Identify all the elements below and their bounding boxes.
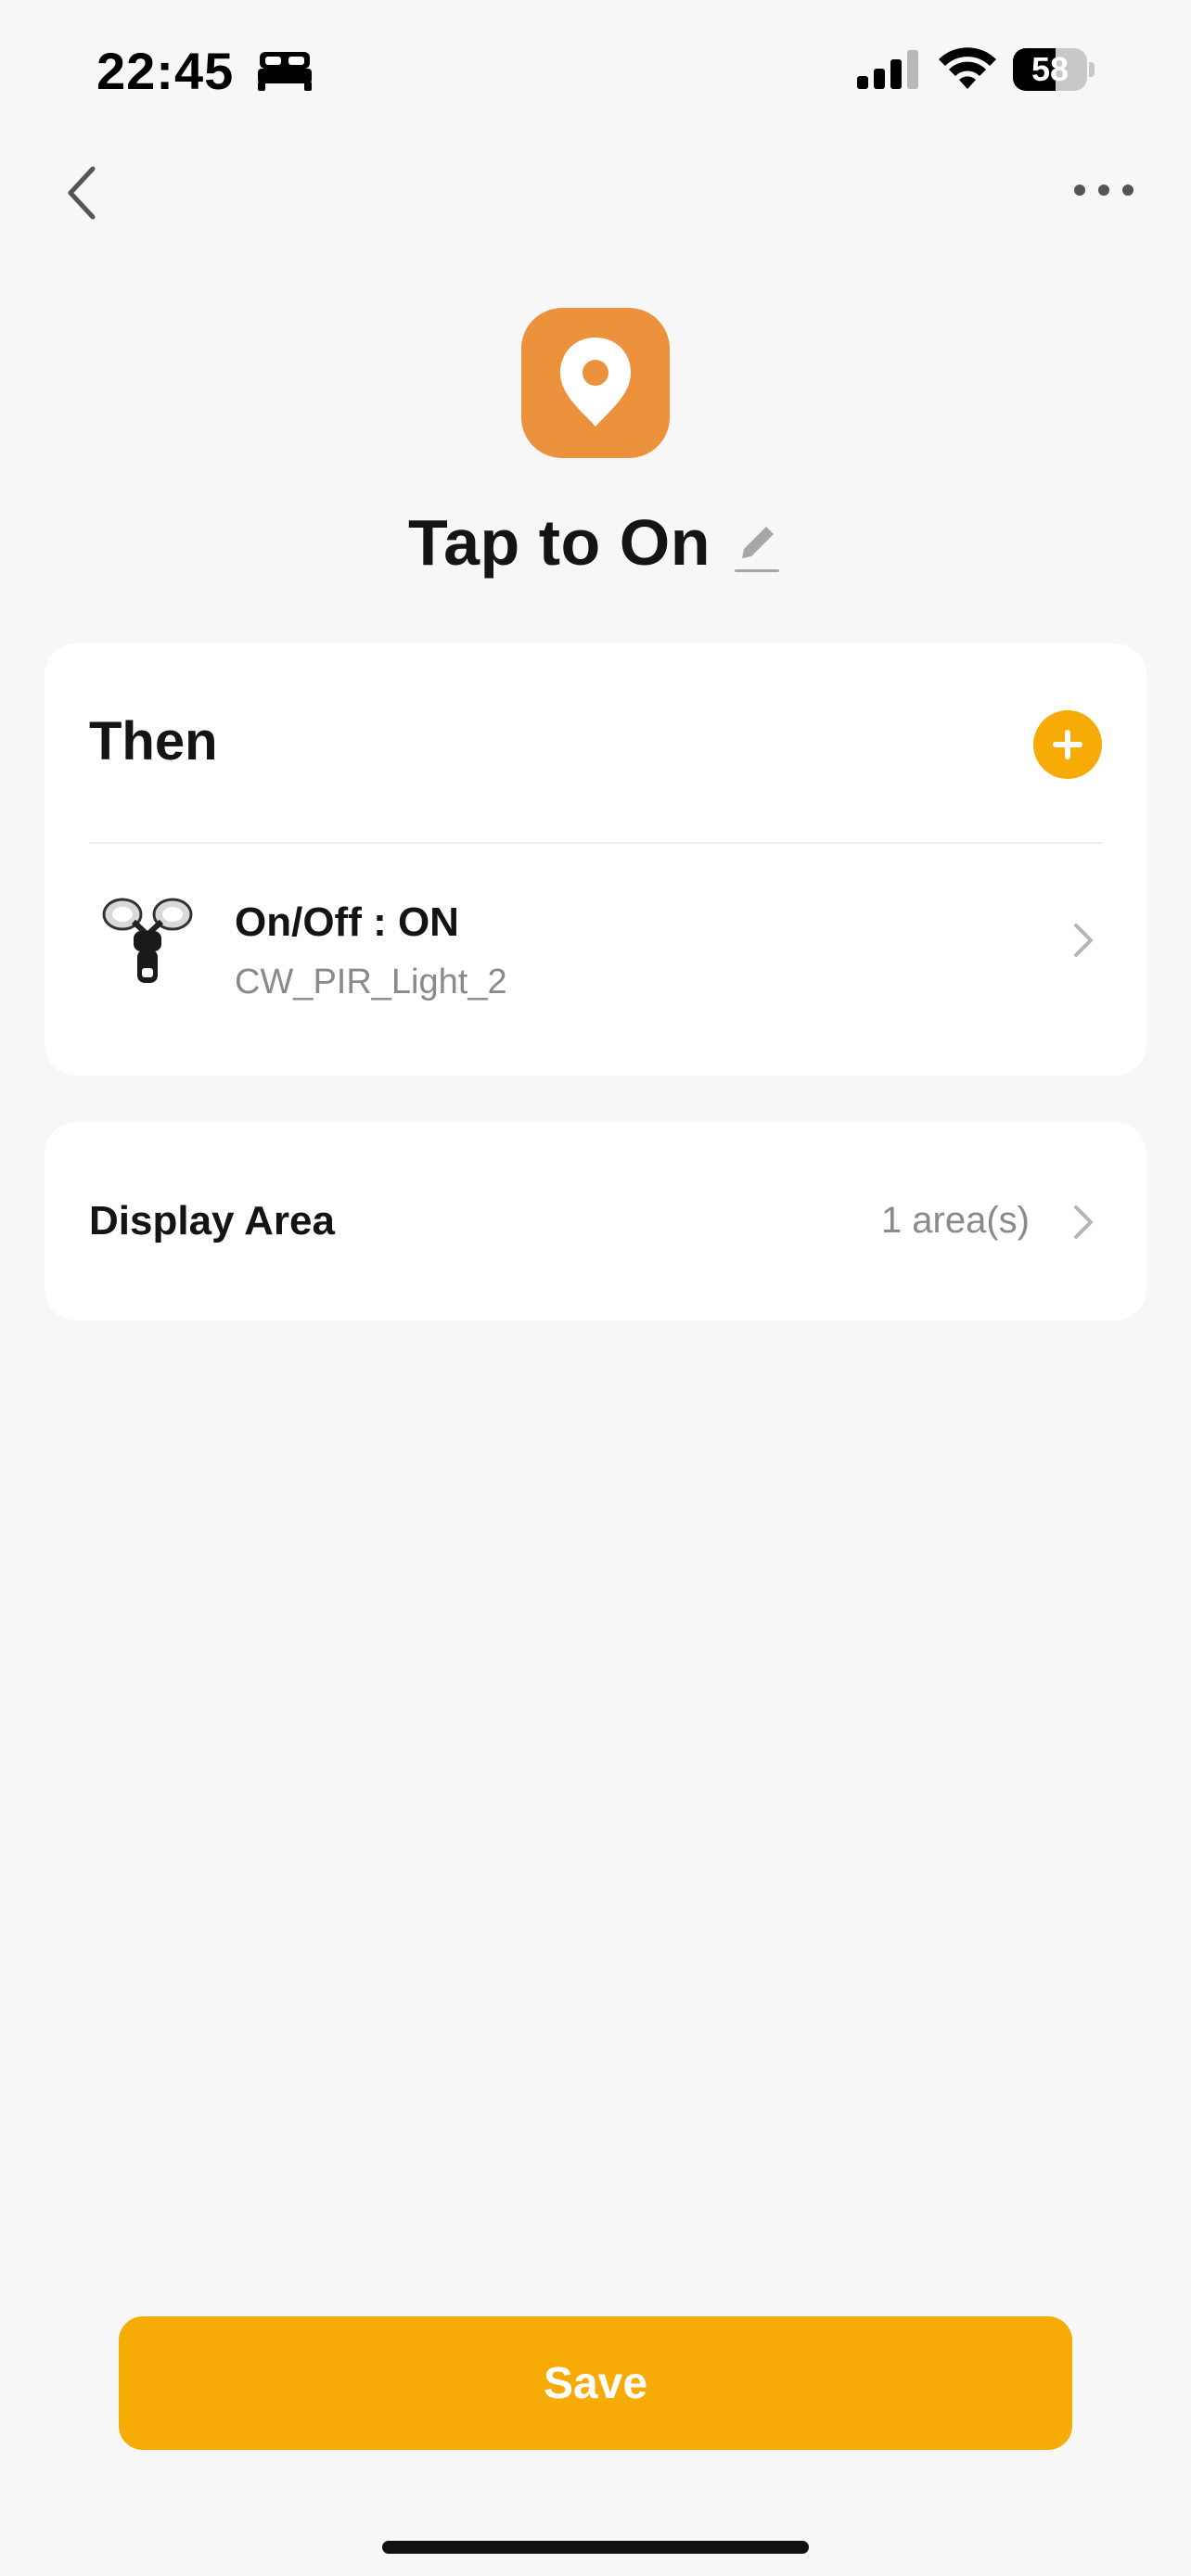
battery-level: 58	[1031, 50, 1069, 88]
plus-icon	[1053, 730, 1082, 759]
back-button[interactable]: chevron-left-icon	[52, 156, 117, 230]
screen: 22:45 58 chevron-	[0, 0, 1191, 2576]
title-row: Tap to On pencil-icon	[0, 501, 1191, 584]
home-indicator	[382, 2541, 809, 2554]
then-card: Then On/Off : ON CW_PIR_Light_2	[45, 644, 1146, 1076]
display-area-value: 1 area(s)	[880, 1200, 1030, 1241]
action-device-name: CW_PIR_Light_2	[235, 963, 507, 1001]
add-action-button[interactable]	[1033, 710, 1102, 779]
display-area-label: Display Area	[89, 1198, 335, 1243]
scene-icon[interactable]	[521, 308, 670, 458]
status-bar: 22:45 58	[0, 0, 1191, 139]
chevron-right-icon	[1074, 924, 1093, 957]
save-button[interactable]: Save	[119, 2316, 1072, 2450]
floodlight-device-icon	[102, 898, 193, 983]
display-area-row[interactable]: Display Area 1 area(s)	[45, 1122, 1146, 1320]
wifi-icon	[939, 47, 996, 89]
location-pin-icon	[560, 338, 631, 427]
battery-icon: 58	[1013, 48, 1095, 91]
signal-icon	[857, 50, 918, 89]
chevron-right-icon	[1074, 1205, 1093, 1239]
then-heading: Then	[89, 711, 218, 772]
action-row[interactable]: On/Off : ON CW_PIR_Light_2	[45, 844, 1146, 1076]
status-time: 22:45	[96, 42, 235, 100]
scene-title: Tap to On	[408, 506, 711, 579]
action-title: On/Off : ON	[235, 899, 459, 945]
edit-button[interactable]: pencil-icon	[731, 517, 783, 577]
bed-icon	[258, 52, 312, 91]
more-button[interactable]: more-horizontal-icon	[1067, 167, 1141, 213]
